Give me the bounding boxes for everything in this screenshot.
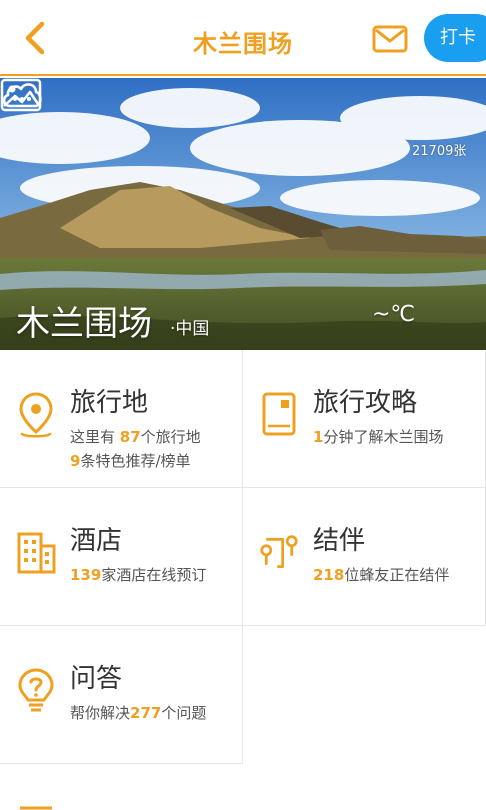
hero-banner[interactable]: 21709张 木兰围场 ·中国 ~℃ <box>0 78 486 350</box>
card-title: 旅行地 <box>70 388 149 418</box>
question-count: 277 <box>130 704 162 722</box>
card-title: 旅行攻略 <box>313 388 418 418</box>
route-icon <box>260 535 298 568</box>
photo-count[interactable]: 21709张 <box>412 140 466 159</box>
next-row-icon <box>20 806 52 810</box>
subtitle-text: 位蜂友正在结伴 <box>344 566 450 584</box>
card-subtitle: 帮你解决277个问题 <box>70 702 206 723</box>
card-subtitle: 这里有 87个旅行地 <box>70 426 201 447</box>
subtitle-text: 个问题 <box>161 704 207 722</box>
card-title: 结伴 <box>313 526 366 556</box>
subtitle-text: 这里有 <box>70 428 120 446</box>
mail-icon[interactable] <box>372 24 408 54</box>
temperature-readout: ~℃ <box>372 302 416 327</box>
card-guides[interactable]: 旅行攻略 1分钟了解木兰围场 <box>243 350 486 488</box>
cloud-icon <box>2 83 42 108</box>
card-destinations[interactable]: 旅行地 这里有 87个旅行地 9条特色推荐/榜单 <box>0 350 243 488</box>
card-subtitle: 139家酒店在线预订 <box>70 564 206 585</box>
card-qa[interactable]: 问答 帮你解决277个问题 <box>0 626 243 764</box>
minute-count: 1 <box>313 428 324 446</box>
subtitle-text: 个旅行地 <box>140 428 201 446</box>
subtitle-text: 家酒店在线预订 <box>101 566 207 584</box>
top-bar: 木兰围场 打卡 <box>0 0 486 76</box>
hotel-building-icon <box>17 532 56 574</box>
subtitle-text: 帮你解决 <box>70 704 131 722</box>
country-label: ·中国 <box>170 319 210 339</box>
checkin-button[interactable]: 打卡 <box>424 14 486 62</box>
recommendation-count: 9 <box>70 452 81 470</box>
lightbulb-question-icon <box>18 668 54 712</box>
companion-count: 218 <box>313 566 345 584</box>
card-title: 问答 <box>70 664 123 694</box>
guidebook-icon <box>262 392 296 436</box>
location-pin-icon <box>19 392 53 438</box>
card-subtitle: 218位蜂友正在结伴 <box>313 564 449 585</box>
card-title: 酒店 <box>70 526 123 556</box>
card-companions[interactable]: 结伴 218位蜂友正在结伴 <box>243 488 486 626</box>
page-title: 木兰围场 <box>193 30 293 58</box>
subtitle-text: 条特色推荐/榜单 <box>80 452 191 470</box>
hotel-count: 139 <box>70 566 102 584</box>
card-subtitle: 1分钟了解木兰围场 <box>313 426 443 447</box>
card-hotels[interactable]: 酒店 139家酒店在线预订 <box>0 488 243 626</box>
subtitle-text: 分钟了解木兰围场 <box>323 428 444 446</box>
card-subtitle: 9条特色推荐/榜单 <box>70 450 191 471</box>
destination-name: 木兰围场 <box>16 304 152 344</box>
destination-count: 87 <box>119 428 141 446</box>
